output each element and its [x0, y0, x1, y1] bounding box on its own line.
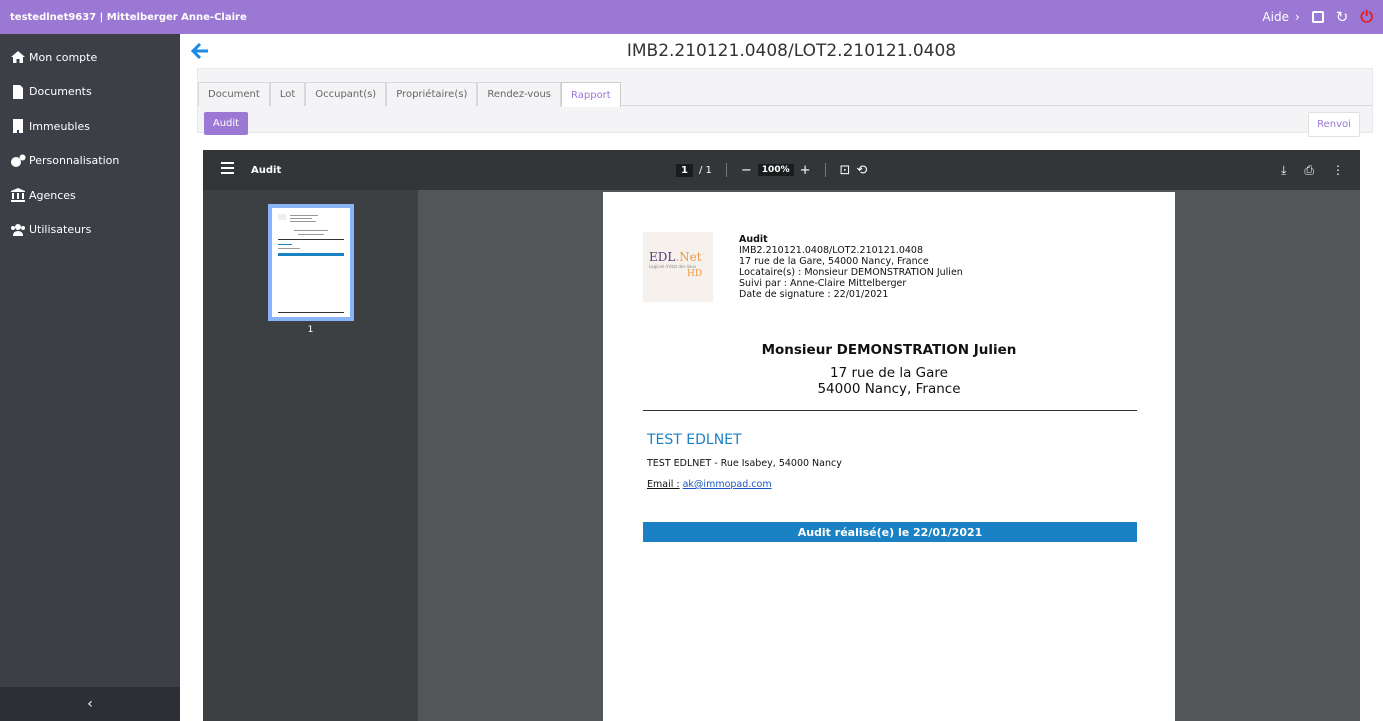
sidebar-item-label: Utilisateurs: [29, 223, 92, 237]
email-link[interactable]: ak@immopad.com: [683, 479, 772, 490]
tab-lot[interactable]: Lot: [269, 82, 306, 106]
power-icon[interactable]: ⏻: [1360, 9, 1373, 25]
chevron-right-icon: ›: [1294, 10, 1300, 24]
page-total: / 1: [698, 164, 712, 176]
tabs-container: Document Lot Occupant(s) Propriétaire(s)…: [197, 68, 1373, 133]
doc-header-date: Date de signature : 22/01/2021: [739, 289, 889, 300]
thumbnail-panel: 1: [203, 190, 418, 721]
sidebar-item-agences[interactable]: Agences: [0, 178, 180, 213]
sidebar-item-utilisateurs[interactable]: Utilisateurs: [0, 213, 180, 248]
tab-rendez-vous[interactable]: Rendez-vous: [477, 82, 562, 106]
sidebar-item-label: Documents: [29, 85, 92, 99]
fit-page-icon[interactable]: ⊡: [840, 163, 851, 178]
back-arrow-icon[interactable]: [190, 41, 210, 61]
sidebar-item-immeubles[interactable]: Immeubles: [0, 109, 180, 144]
doc-header-address: 17 rue de la Gare, 54000 Nancy, France: [739, 256, 929, 267]
gears-icon: [11, 154, 26, 167]
pdf-actions: ⤓ ⎙ ⋮: [1281, 163, 1344, 178]
home-icon: [11, 51, 25, 64]
help-menu[interactable]: Aide ›: [1262, 10, 1299, 24]
sidebar-item-label: Mon compte: [29, 50, 98, 64]
audit-banner: Audit réalisé(e) le 22/01/2021: [643, 522, 1137, 542]
tab-proprietaires[interactable]: Propriétaire(s): [386, 82, 478, 106]
edlnet-logo: EDL.Net Logiciel d'état des lieux HD: [643, 232, 713, 302]
download-icon[interactable]: ⤓: [1281, 163, 1286, 178]
toolbar-divider: [725, 163, 727, 177]
tab-bar: Document Lot Occupant(s) Propriétaire(s)…: [198, 76, 1372, 107]
page-number-input[interactable]: 1: [676, 163, 693, 177]
rotate-icon[interactable]: ⟲: [856, 163, 867, 178]
top-bar-actions: Aide › ↻ ⏻: [1262, 9, 1373, 25]
file-icon: [13, 84, 23, 99]
pdf-viewer: Audit 1 / 1 − 100% + ⊡ ⟲ ⤓ ⎙ ⋮ 1 EDL.Net…: [203, 150, 1360, 721]
sidebar: Mon compte Documents Immeubles Personnal…: [0, 34, 180, 721]
help-label[interactable]: Aide: [1262, 10, 1289, 24]
zoom-input[interactable]: 100%: [757, 164, 794, 176]
renvoi-button[interactable]: Renvoi: [1308, 112, 1360, 137]
pdf-page-controls: 1 / 1 − 100% + ⊡ ⟲: [676, 163, 867, 178]
tab-rapport[interactable]: Rapport: [561, 82, 621, 107]
audit-button[interactable]: Audit: [204, 112, 248, 135]
top-bar: testedlnet9637 | Mittelberger Anne-Clair…: [0, 0, 1383, 34]
document-header-info: Audit IMB2.210121.0408/LOT2.210121.0408 …: [739, 234, 963, 300]
window-icon[interactable]: [1311, 11, 1324, 23]
tab-occupants[interactable]: Occupant(s): [305, 82, 387, 106]
sidebar-item-personnalisation[interactable]: Personnalisation: [0, 144, 180, 179]
pdf-page: EDL.Net Logiciel d'état des lieux HD Aud…: [603, 192, 1175, 721]
doc-header-suivi: Suivi par : Anne-Claire Mittelberger: [739, 278, 907, 289]
toolbar-divider: [824, 163, 826, 177]
thumbnail-page-number: 1: [307, 325, 314, 335]
main-content: IMB2.210121.0408/LOT2.210121.0408 Docume…: [180, 34, 1383, 721]
sidebar-item-label: Immeubles: [29, 119, 90, 133]
page-header: IMB2.210121.0408/LOT2.210121.0408: [180, 34, 1383, 68]
tenant-address-line1: 17 rue de la Gare: [830, 365, 948, 381]
sidebar-collapse-button[interactable]: ‹: [0, 687, 180, 721]
bank-icon: [11, 188, 25, 203]
doc-header-locataire: Locataire(s) : Monsieur DEMONSTRATION Ju…: [739, 267, 963, 278]
page-title: IMB2.210121.0408/LOT2.210121.0408: [626, 41, 957, 61]
tab-document[interactable]: Document: [198, 82, 270, 106]
more-options-icon[interactable]: ⋮: [1332, 163, 1344, 178]
menu-icon[interactable]: [221, 162, 234, 174]
sidebar-item-mon-compte[interactable]: Mon compte: [0, 40, 180, 75]
agency-address: TEST EDLNET - Rue Isabey, 54000 Nancy: [647, 458, 842, 469]
sidebar-item-label: Agences: [29, 188, 76, 202]
zoom-in-icon[interactable]: +: [800, 163, 811, 178]
zoom-out-icon[interactable]: −: [741, 163, 752, 178]
agency-name: TEST EDLNET: [647, 432, 742, 448]
sidebar-item-label: Personnalisation: [29, 154, 120, 168]
agency-email: Email : ak@immopad.com: [647, 479, 772, 490]
tenant-address-line2: 54000 Nancy, France: [817, 381, 961, 397]
user-label: testedlnet9637 | Mittelberger Anne-Clair…: [10, 11, 247, 23]
tenant-name: Monsieur DEMONSTRATION Julien: [761, 342, 1017, 358]
page-thumbnail[interactable]: [268, 204, 354, 321]
print-icon[interactable]: ⎙: [1304, 163, 1314, 178]
refresh-icon[interactable]: ↻: [1336, 9, 1349, 25]
pdf-toolbar: Audit 1 / 1 − 100% + ⊡ ⟲ ⤓ ⎙ ⋮: [203, 150, 1360, 190]
building-icon: [13, 119, 23, 134]
email-label: Email :: [647, 479, 680, 490]
sidebar-item-documents[interactable]: Documents: [0, 75, 180, 110]
users-icon: [11, 223, 25, 236]
doc-header-title: Audit: [739, 234, 768, 245]
divider: [643, 410, 1137, 411]
pdf-title: Audit: [251, 164, 282, 176]
doc-header-ref: IMB2.210121.0408/LOT2.210121.0408: [739, 245, 924, 256]
